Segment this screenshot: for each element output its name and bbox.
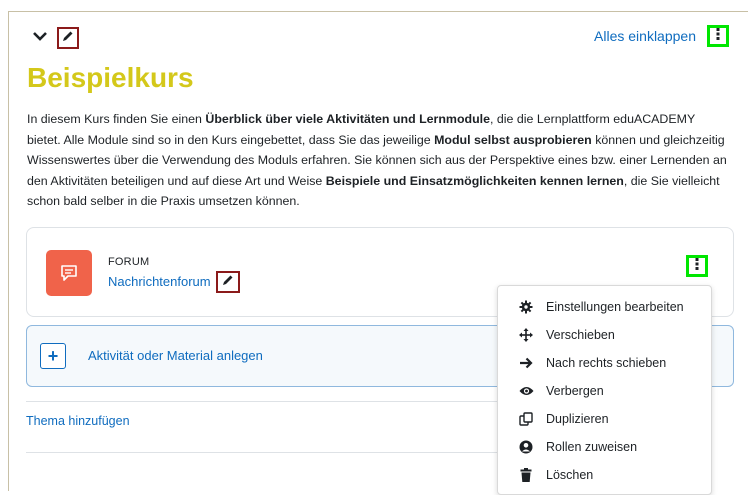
activity-actions-menu-button[interactable] bbox=[686, 255, 708, 277]
duplicate-icon bbox=[518, 411, 534, 427]
course-frame-left bbox=[8, 11, 9, 491]
menu-item-label: Verbergen bbox=[546, 383, 604, 398]
activity-type-label: FORUM bbox=[108, 256, 150, 268]
menu-item-indent-right[interactable]: Nach rechts schieben bbox=[498, 349, 711, 376]
course-frame-top bbox=[8, 11, 748, 12]
divider bbox=[26, 452, 498, 453]
description-part-bold: Beispiele und Einsatzmöglichkeiten kenne… bbox=[325, 173, 624, 188]
chevron-down-icon[interactable] bbox=[32, 28, 48, 44]
edit-section-button[interactable] bbox=[57, 27, 79, 49]
collapse-all-link[interactable]: Alles einklappen bbox=[594, 28, 696, 44]
menu-item-label: Rollen zuweisen bbox=[546, 439, 638, 454]
activity-name-link[interactable]: Nachrichtenforum bbox=[108, 274, 211, 289]
menu-item-hide[interactable]: Verbergen bbox=[498, 377, 711, 404]
trash-icon bbox=[518, 467, 534, 483]
menu-item-edit-settings[interactable]: Einstellungen bearbeiten bbox=[498, 293, 711, 320]
move-icon bbox=[518, 327, 534, 343]
menu-item-duplicate[interactable]: Duplizieren bbox=[498, 405, 711, 432]
course-title: Beispielkurs bbox=[27, 62, 194, 93]
pencil-icon bbox=[62, 29, 74, 47]
divider bbox=[26, 401, 498, 402]
add-activity-link[interactable]: Aktivität oder Material anlegen bbox=[88, 348, 263, 363]
menu-item-label: Löschen bbox=[546, 467, 594, 482]
course-actions-menu-button[interactable] bbox=[707, 25, 729, 47]
menu-item-move[interactable]: Verschieben bbox=[498, 321, 711, 348]
arrow-right-icon bbox=[518, 355, 534, 371]
kebab-icon bbox=[695, 257, 699, 275]
gear-icon bbox=[518, 299, 534, 315]
menu-item-label: Nach rechts schieben bbox=[546, 355, 667, 370]
plus-icon[interactable]: + bbox=[40, 343, 66, 369]
activity-actions-dropdown: Einstellungen bearbeiten Verschieben Nac… bbox=[497, 285, 712, 495]
description-part-bold: Modul selbst ausprobieren bbox=[434, 132, 592, 147]
pencil-icon bbox=[222, 273, 234, 291]
kebab-icon bbox=[716, 27, 720, 45]
menu-item-assign-roles[interactable]: Rollen zuweisen bbox=[498, 433, 711, 460]
description-part-bold: Überblick über viele Aktivitäten und Ler… bbox=[205, 112, 490, 126]
user-circle-icon bbox=[518, 439, 534, 455]
menu-item-delete[interactable]: Löschen bbox=[498, 461, 711, 488]
edit-activity-name-button[interactable] bbox=[216, 271, 240, 293]
course-description: In diesem Kurs finden Sie einen Überblic… bbox=[27, 109, 727, 212]
eye-icon bbox=[518, 383, 534, 399]
description-part: In diesem Kurs finden Sie einen bbox=[27, 112, 206, 126]
forum-chat-icon bbox=[46, 250, 92, 296]
menu-item-label: Duplizieren bbox=[546, 411, 609, 426]
add-topic-link[interactable]: Thema hinzufügen bbox=[26, 414, 130, 428]
menu-item-label: Verschieben bbox=[546, 327, 615, 342]
menu-item-label: Einstellungen bearbeiten bbox=[546, 299, 684, 314]
